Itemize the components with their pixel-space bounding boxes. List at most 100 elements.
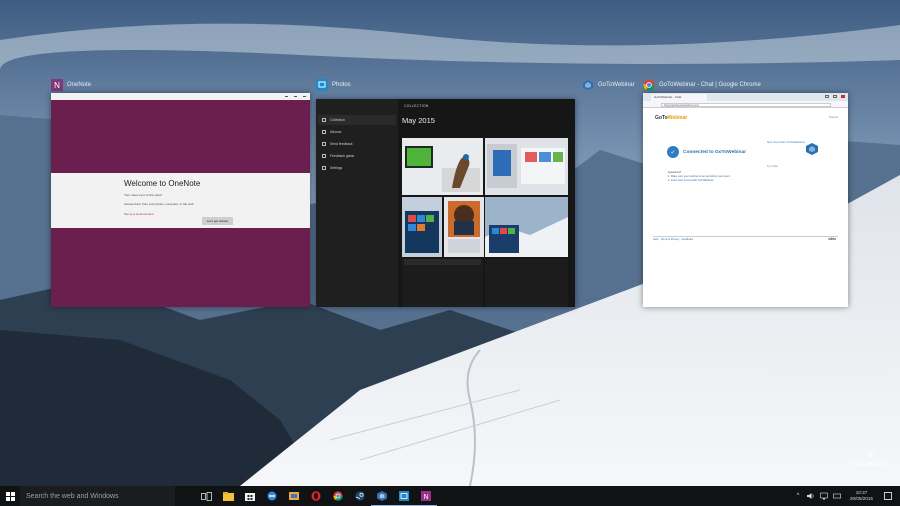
gotowebinar-icon	[377, 490, 387, 501]
file-explorer-icon	[222, 491, 234, 501]
photo-tile[interactable]	[485, 197, 568, 257]
step-item[interactable]: 2. Learn how to host with GoToWebinar.	[668, 179, 768, 183]
onenote-titlebar	[51, 93, 310, 100]
photos-nav-feedback-game[interactable]: Feedback game	[318, 151, 396, 161]
connected-text: Connected to GoToWebinar	[683, 149, 746, 155]
footer-links[interactable]: Help · Terms & Privacy · Feedback	[653, 238, 693, 241]
photo-tile[interactable]	[485, 259, 568, 307]
window-label-text: OneNote	[67, 82, 92, 88]
store-button[interactable]	[239, 486, 261, 506]
gotowebinar-taskbar-button[interactable]	[371, 486, 393, 506]
photo-tile[interactable]	[485, 138, 568, 195]
window-label-gotowebinar[interactable]: GoToWebinar	[582, 78, 635, 92]
photos-nav-collection[interactable]: Collection	[318, 115, 396, 125]
photos-icon	[399, 490, 409, 501]
windows-logo-icon	[5, 491, 15, 501]
citrix-logo: citrix	[828, 237, 836, 241]
maximize-icon[interactable]	[833, 95, 837, 98]
onenote-welcome-panel: Welcome to OneNote Your notes sync to th…	[51, 173, 310, 228]
network-icon[interactable]	[820, 492, 828, 500]
svg-text:N: N	[54, 81, 60, 90]
opera-icon	[311, 491, 321, 501]
collection-icon	[322, 118, 326, 122]
new-desktop-label: New desktop	[853, 462, 889, 468]
onenote-welcome-heading: Welcome to OneNote	[124, 179, 201, 188]
onenote-taskbar-button[interactable]: N	[415, 486, 437, 506]
system-tray: ^ 10:37 20/05/2015	[794, 490, 900, 502]
show-hidden-icons[interactable]: ^	[794, 492, 802, 500]
chrome-icon	[643, 79, 655, 91]
footer-divider	[653, 236, 838, 237]
window-label-text: Photos	[332, 82, 351, 88]
photo-tile[interactable]	[402, 259, 483, 307]
photos-nav-albums[interactable]: Albums	[318, 127, 396, 137]
promo-heading[interactable]: Get Your Own GoToWebinar	[767, 140, 807, 145]
svg-text:N: N	[423, 494, 428, 501]
plus-icon: +	[866, 446, 876, 462]
photos-collection-header: COLLECTION	[404, 104, 429, 108]
photos-nav-send-feedback[interactable]: Send feedback	[318, 139, 396, 149]
onenote-icon: N	[51, 79, 63, 91]
keyboard-icon[interactable]	[833, 492, 841, 500]
task-view-icon	[200, 491, 212, 501]
taskbar-pinned-apps: N	[195, 486, 437, 506]
photos-month-heading: May 2015	[402, 116, 435, 125]
window-label-chrome[interactable]: GoToWebinar - Chat | Google Chrome	[643, 78, 761, 92]
check-icon: ✓	[667, 146, 679, 158]
onenote-welcome-line2: Access them from your phone, computer, o…	[124, 202, 195, 206]
window-label-photos[interactable]: Photos	[316, 78, 351, 92]
minimize-icon[interactable]	[825, 95, 829, 98]
feedback-icon	[322, 142, 326, 146]
opera-button[interactable]	[305, 486, 327, 506]
volume-icon[interactable]	[807, 492, 815, 500]
onenote-get-started-button[interactable]: Let's get started	[202, 217, 233, 225]
onenote-icon: N	[421, 490, 431, 501]
gotowebinar-promo-icon	[806, 142, 818, 155]
folder-button[interactable]	[283, 486, 305, 506]
steam-button[interactable]	[349, 486, 371, 506]
photos-nav-pane: Collection Albums Send feedback Feedback…	[316, 99, 398, 307]
photos-nav-settings[interactable]: Settings	[318, 163, 396, 173]
gotowebinar-logo: GoToWebinar	[655, 115, 688, 121]
gear-icon	[322, 166, 326, 170]
store-icon	[245, 493, 255, 501]
nav-label: Feedback game	[330, 154, 355, 158]
onenote-work-account-link[interactable]: Set up a work account	[124, 212, 154, 216]
nav-label: Send feedback	[330, 142, 353, 146]
game-icon	[322, 154, 326, 158]
action-center-icon[interactable]	[884, 492, 892, 500]
start-button[interactable]	[0, 486, 20, 506]
file-explorer-button[interactable]	[217, 486, 239, 506]
task-view-button[interactable]	[195, 486, 217, 506]
photos-icon	[316, 79, 328, 91]
chrome-toolbar: https://global.gotowebinar.com	[643, 101, 848, 108]
photo-tile[interactable]	[444, 197, 484, 257]
albums-icon	[322, 130, 326, 134]
address-bar[interactable]: https://global.gotowebinar.com	[661, 102, 831, 107]
chrome-window-thumbnail[interactable]: GoToWebinar - Chat https://global.gotowe…	[643, 93, 848, 307]
promo-subtext[interactable]: Try it free	[767, 165, 778, 168]
photos-window-thumbnail[interactable]: Collection Albums Send feedback Feedback…	[316, 99, 575, 307]
nav-label: Albums	[330, 130, 342, 134]
close-icon[interactable]	[841, 95, 845, 98]
clock-date: 20/05/2015	[850, 496, 873, 501]
taskbar-search-box[interactable]: Search the web and Windows	[20, 486, 175, 506]
edge-button[interactable]	[261, 486, 283, 506]
chrome-tab[interactable]: GoToWebinar - Chat	[651, 94, 707, 101]
window-label-text: GoToWebinar - Chat | Google Chrome	[659, 82, 761, 88]
photos-taskbar-button[interactable]	[393, 486, 415, 506]
support-link[interactable]: Support	[829, 116, 838, 119]
steam-icon	[355, 491, 365, 501]
photo-tile[interactable]	[402, 197, 442, 257]
new-desktop-button[interactable]: + New desktop	[848, 446, 894, 476]
photo-tile[interactable]	[402, 138, 483, 195]
connected-status: ✓ Connected to GoToWebinar	[667, 146, 746, 158]
window-label-onenote[interactable]: N OneNote	[51, 78, 91, 92]
edge-icon	[267, 491, 277, 501]
onenote-window-thumbnail[interactable]: Welcome to OneNote Your notes sync to th…	[51, 93, 310, 307]
taskbar-clock[interactable]: 10:37 20/05/2015	[850, 490, 873, 502]
onenote-welcome-line1: Your notes sync to the cloud.	[124, 193, 163, 197]
folder-icon	[289, 492, 299, 500]
nav-label: Settings	[330, 166, 343, 170]
chrome-taskbar-button[interactable]	[327, 486, 349, 506]
